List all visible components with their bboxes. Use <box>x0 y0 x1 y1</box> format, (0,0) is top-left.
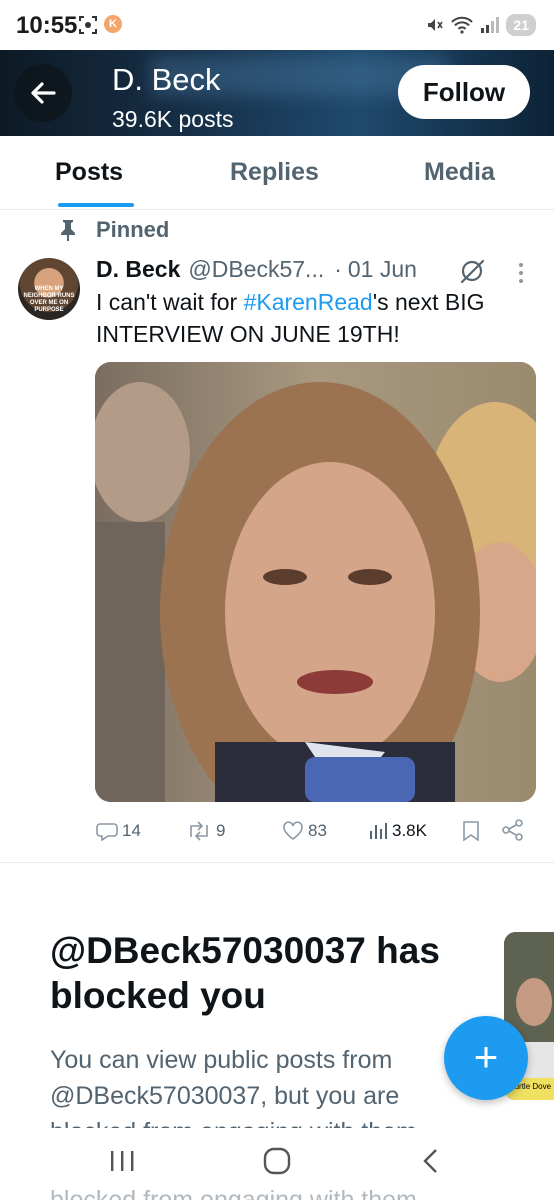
status-time: 10:55 <box>16 12 78 39</box>
heart-icon <box>283 821 303 840</box>
like-count: 83 <box>308 821 327 840</box>
recent-apps-icon[interactable] <box>102 1146 142 1176</box>
scrolled-text-fragment: blocked from engaging with them. <box>50 1186 424 1200</box>
pinned-indicator: Pinned <box>58 216 169 244</box>
separator: · <box>334 255 342 282</box>
status-bar: 10:55 K 21 <box>0 0 554 52</box>
repost-count: 9 <box>216 821 226 840</box>
divider <box>0 862 554 863</box>
post-count: 39.6K posts <box>112 106 234 132</box>
active-tab-indicator <box>58 203 134 207</box>
tweet-media-image[interactable] <box>95 362 536 802</box>
reply-count: 14 <box>122 821 141 840</box>
more-icon[interactable] <box>514 260 528 286</box>
grok-icon[interactable] <box>458 257 486 285</box>
like-button[interactable]: 83 <box>282 816 327 846</box>
back-button[interactable] <box>14 64 72 122</box>
share-icon[interactable] <box>502 819 524 841</box>
tweet-author[interactable]: D. Beck <box>96 256 180 283</box>
hashtag-link[interactable]: #KarenRead <box>244 289 373 315</box>
tweet-date[interactable]: 01 Jun <box>348 256 417 283</box>
back-nav-icon[interactable] <box>412 1146 452 1176</box>
tweet-header: D. Beck @DBeck57... · 01 Jun <box>96 254 417 284</box>
tweet-text-start: I can't wait for <box>96 289 244 315</box>
profile-tabs: Posts Replies Media <box>0 136 554 210</box>
mute-icon <box>428 19 444 31</box>
avatar[interactable]: WHEN MY NEIGHBOR RUNS OVER ME ON PURPOSE <box>18 258 80 320</box>
tab-replies[interactable]: Replies <box>230 158 319 187</box>
tweet-text: I can't wait for #KarenRead's next BIG I… <box>96 286 536 350</box>
views-button[interactable]: 3.8K <box>368 816 427 846</box>
screen-record-icon <box>79 16 97 34</box>
wifi-icon <box>451 16 474 34</box>
reply-icon <box>96 823 118 841</box>
tweet-actions: 14 9 83 3.8K <box>96 816 536 846</box>
view-count: 3.8K <box>392 821 427 840</box>
tweet-handle[interactable]: @DBeck57... <box>188 256 324 283</box>
views-icon <box>370 823 387 839</box>
system-navigation-bar: blocked from engaging with them. <box>0 1128 554 1200</box>
follow-button[interactable]: Follow <box>398 65 530 119</box>
repost-button[interactable]: 9 <box>186 816 225 846</box>
profile-name: D. Beck <box>112 62 221 97</box>
blocked-title: @DBeck57030037 has blocked you <box>50 930 440 1016</box>
battery-icon: 21 <box>506 14 536 36</box>
avatar-caption: WHEN MY NEIGHBOR RUNS OVER ME ON PURPOSE <box>23 286 75 313</box>
media-photo <box>95 362 536 802</box>
pin-icon <box>61 220 75 241</box>
app-notification-icon: K <box>104 15 122 33</box>
repost-icon <box>190 821 208 841</box>
status-indicators: 21 <box>426 13 536 37</box>
home-icon[interactable] <box>257 1146 297 1176</box>
compose-button[interactable]: + <box>444 1016 528 1100</box>
pinned-label: Pinned <box>96 217 170 242</box>
arrow-left-icon <box>31 82 56 104</box>
reply-button[interactable]: 14 <box>96 816 141 846</box>
bookmark-icon[interactable] <box>462 820 480 842</box>
blocked-description: You can view public posts from @DBeck570… <box>50 1046 424 1128</box>
tab-media[interactable]: Media <box>424 158 495 187</box>
tab-posts[interactable]: Posts <box>55 158 123 187</box>
profile-header: D. Beck 39.6K posts Follow <box>0 50 554 136</box>
cell-signal-icon <box>481 17 500 33</box>
